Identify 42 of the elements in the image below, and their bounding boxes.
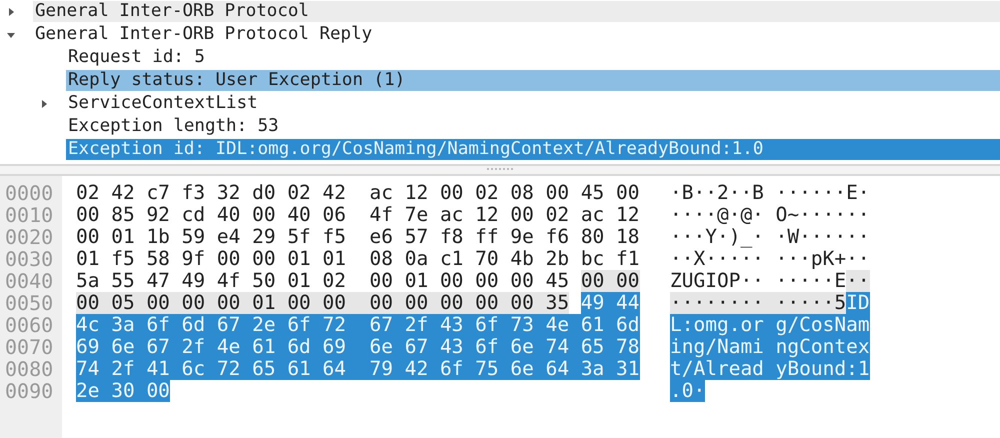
offset-label: 0090 — [4, 380, 54, 402]
hex-bytes[interactable]: 00 01 00 00 00 45 — [370, 270, 570, 292]
offset-label: 0030 — [4, 248, 54, 270]
offset-label: 0020 — [4, 226, 54, 248]
hex-bytes[interactable]: 01 f5 58 9f 00 00 01 01 — [76, 248, 346, 270]
ascii-text[interactable]: O~······ — [776, 204, 870, 226]
tree-item[interactable]: Request id: 5 — [0, 46, 1000, 69]
hex-bytes[interactable]: 00 05 00 00 00 01 00 00 — [76, 292, 370, 314]
ascii-text[interactable]: ····@·@· — [670, 204, 764, 226]
collapsed-arrow-icon[interactable] — [6, 6, 16, 16]
ascii-text[interactable]: ········ — [670, 292, 776, 314]
offset-label: 0050 — [4, 292, 54, 314]
hex-bytes[interactable]: 00 85 92 cd 40 00 40 06 — [76, 204, 346, 226]
hex-bytes[interactable]: 00 01 1b 59 e4 29 5f f5 — [76, 226, 346, 248]
offset-label: 0080 — [4, 358, 54, 380]
ascii-text[interactable]: ···Y·)_· — [670, 226, 764, 248]
ascii-text[interactable]: ZUGIOP·· — [670, 270, 764, 292]
ascii-text[interactable]: ······E· — [776, 182, 870, 204]
ascii-text[interactable]: ··X····· — [670, 248, 764, 270]
collapsed-arrow-icon[interactable] — [39, 98, 49, 108]
ascii-text[interactable]: ···pK+·· — [776, 248, 870, 270]
hex-bytes[interactable]: 02 42 c7 f3 32 d0 02 42 — [76, 182, 346, 204]
ascii-text[interactable]: ·····E — [776, 270, 846, 292]
offset-label: 0070 — [4, 336, 54, 358]
offset-label: 0040 — [4, 270, 54, 292]
ascii-text[interactable]: ·W······ — [776, 226, 870, 248]
ascii-text[interactable]: ·· — [846, 270, 870, 292]
offset-label: 0000 — [4, 182, 54, 204]
hex-bytes[interactable]: 00 00 — [580, 270, 640, 292]
offset-label: 0060 — [4, 314, 54, 336]
offset-label: 0010 — [4, 204, 54, 226]
tree-item[interactable]: General Inter-ORB Protocol Reply — [0, 23, 1000, 46]
hex-bytes[interactable]: ac 12 00 02 08 00 45 00 — [370, 182, 640, 204]
ascii-text[interactable]: ·····5 — [776, 292, 846, 314]
hex-bytes[interactable]: 08 0a c1 70 4b 2b bc f1 — [370, 248, 640, 270]
hex-bytes[interactable]: 5a 55 47 49 4f 50 01 02 — [76, 270, 346, 292]
ascii-text[interactable]: ·B··2··B — [670, 182, 764, 204]
hex-bytes[interactable]: 4f 7e ac 12 00 02 ac 12 — [370, 204, 640, 226]
tree-item[interactable]: ServiceContextList — [0, 92, 1000, 115]
tree-item[interactable]: Exception length: 53 — [0, 115, 1000, 138]
hex-bytes[interactable]: 00 00 00 00 00 35 — [370, 292, 570, 314]
hex-bytes[interactable]: e6 57 f8 ff 9e f6 80 18 — [370, 226, 640, 248]
